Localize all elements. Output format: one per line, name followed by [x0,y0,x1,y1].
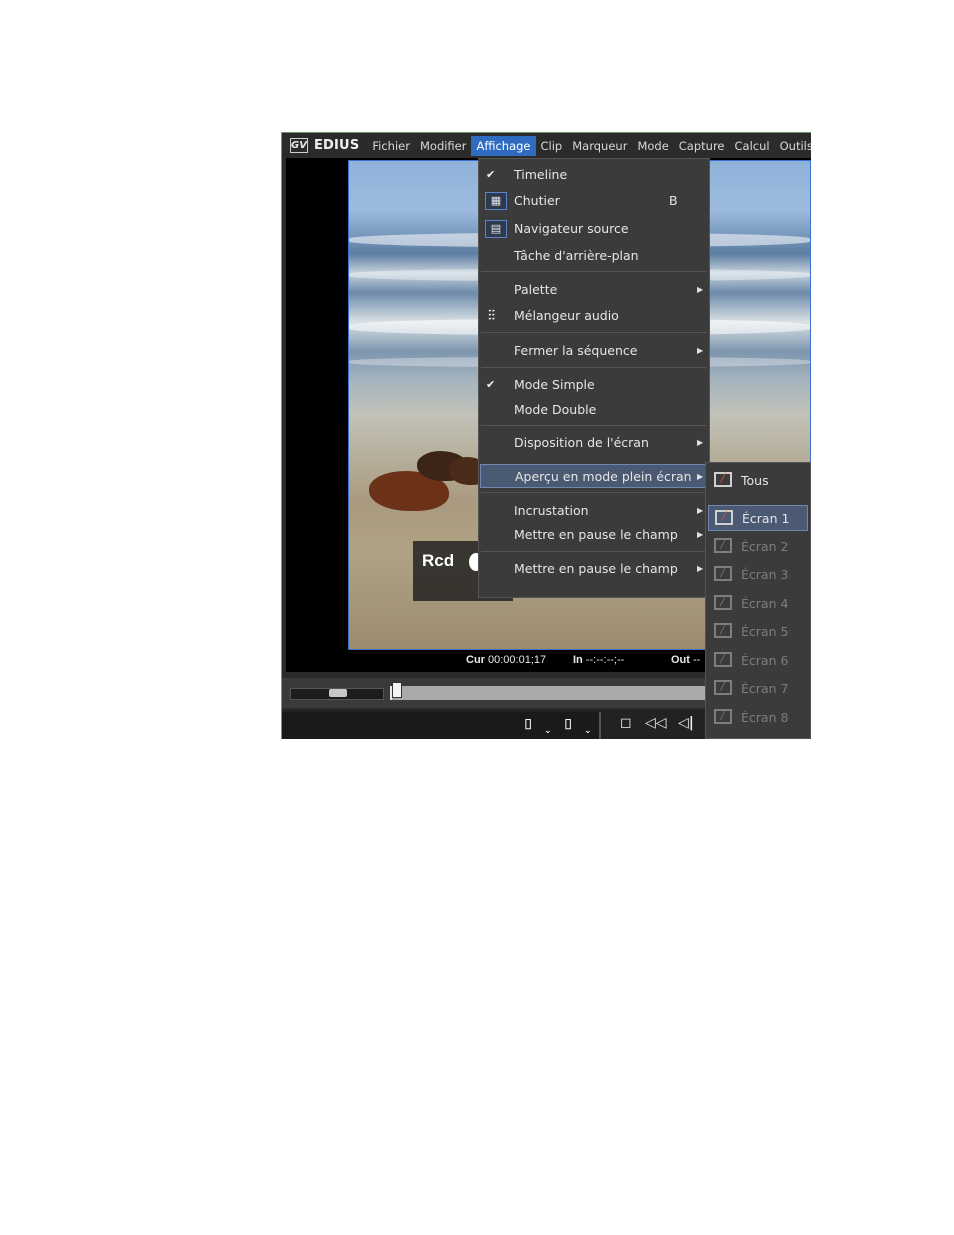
submenu-item-ecran-7[interactable]: ╱ Écran 7 [706,676,810,702]
fullscreen-monitor-icon: ╱ [714,595,732,610]
menu-marqueur[interactable]: Marqueur [567,136,632,156]
menu-affichage[interactable]: Affichage [471,135,536,156]
playhead-handle[interactable] [392,682,402,698]
left-preview-pane [286,158,348,672]
submenu-arrow-icon: ▶ [697,346,704,355]
chevron-down-icon[interactable]: ⌄ [544,724,552,738]
menu-bar: GV EDIUS Fichier Modifier Affichage Clip… [282,132,811,158]
submenu-arrow-icon: ▶ [697,438,704,447]
stop-icon[interactable]: ◻ [620,716,632,730]
menu-item-incrustation[interactable]: Incrustation ▶ [479,499,709,523]
edius-window: GV EDIUS Fichier Modifier Affichage Clip… [281,132,811,739]
submenu-arrow-icon: ▶ [697,564,704,573]
submenu-arrow-icon: ▶ [697,506,704,515]
apercu-submenu: ╱ Tous ╱ Écran 1 ╱ Écran 2 ╱ Écran 3 ╱ É… [705,462,811,739]
menu-item-timeline[interactable]: ✔ Timeline [479,163,709,187]
record-label: Rcd [422,551,455,570]
in-label: In [573,654,583,666]
menu-separator [481,551,707,552]
menu-calcul[interactable]: Calcul [730,136,775,156]
fullscreen-monitor-icon: ╱ [714,680,732,695]
menu-fichier[interactable]: Fichier [367,136,415,156]
menu-item-tache-arriere-plan[interactable]: Tâche d'arrière-plan [479,244,709,268]
menu-item-mettre-en-pause-champ[interactable]: Mettre en pause le champ ▶ [479,523,709,547]
menu-item-melangeur-audio[interactable]: ⫶⫶ Mélangeur audio [479,304,709,328]
submenu-item-ecran-6[interactable]: ╱ Écran 6 [706,648,810,674]
menu-item-mode-double[interactable]: Mode Double [479,398,709,422]
menu-item-disposition-ecran[interactable]: Disposition de l'écran ▶ [479,431,709,455]
grass-valley-logo: GV [290,138,308,153]
menu-item-mettre-en-pause-champ-2[interactable]: Mettre en pause le champ ▶ [479,557,709,581]
affichage-dropdown: ✔ Timeline ▦ Chutier B ▤ Navigateur sour… [478,158,710,598]
jog-handle[interactable] [329,689,347,697]
menu-separator [481,425,707,426]
cur-label: Cur [466,654,485,666]
mark-out-icon[interactable]: ⌷ [564,718,572,732]
check-icon: ✔ [486,378,496,391]
in-timecode: --:--:--;-- [585,654,625,666]
fullscreen-monitor-icon: ╱ [714,709,732,724]
rewind-icon[interactable]: ◁◁ [645,716,667,730]
submenu-item-ecran-1[interactable]: ╱ Écran 1 [708,505,808,531]
submenu-arrow-icon: ▶ [697,285,704,294]
menu-mode[interactable]: Mode [632,136,673,156]
grid-icon: ▦ [485,192,507,210]
menu-modifier[interactable]: Modifier [415,136,472,156]
out-label: Out [671,654,690,666]
submenu-item-ecran-2[interactable]: ╱ Écran 2 [706,534,810,560]
out-timecode: -- [693,654,701,666]
menu-outils[interactable]: Outils [775,136,811,156]
fullscreen-monitor-icon: ╱ [715,510,733,525]
menu-item-palette[interactable]: Palette ▶ [479,278,709,302]
menu-item-apercu-plein-ecran[interactable]: Aperçu en mode plein écran ▶ [480,464,708,488]
menu-item-fermer-sequence[interactable]: Fermer la séquence ▶ [479,339,709,363]
jog-slider[interactable] [290,688,384,700]
fullscreen-monitor-icon: ╱ [714,566,732,581]
menu-item-navigateur-source[interactable]: ▤ Navigateur source [479,217,709,241]
fullscreen-monitor-icon: ╱ [714,652,732,667]
app-title: EDIUS [313,138,360,153]
mark-in-icon[interactable]: ⌷ [524,718,532,732]
submenu-item-tous[interactable]: ╱ Tous [706,468,810,494]
mixer-icon: ⫶⫶ [488,308,495,324]
fullscreen-monitor-icon: ╱ [714,472,732,487]
submenu-item-ecran-5[interactable]: ╱ Écran 5 [706,619,810,645]
menu-item-chutier[interactable]: ▦ Chutier B [479,189,709,213]
menu-separator [481,367,707,368]
cur-timecode: 00:00:01;17 [488,654,547,666]
submenu-item-ecran-8[interactable]: ╱ Écran 8 [706,705,810,731]
step-back-icon[interactable]: ◁| [678,716,694,730]
menu-separator [481,271,707,272]
controls-panel: ⌷ ⌄ ⌷ ⌄ [282,712,601,739]
shortcut-label: B [669,193,678,208]
fullscreen-monitor-icon: ╱ [714,538,732,553]
submenu-arrow-icon: ▶ [697,472,704,481]
check-icon: ✔ [486,168,496,181]
fullscreen-monitor-icon: ╱ [714,623,732,638]
chevron-down-icon[interactable]: ⌄ [584,724,592,738]
submenu-item-ecran-3[interactable]: ╱ Écran 3 [706,562,810,588]
menu-capture[interactable]: Capture [674,136,730,156]
submenu-arrow-icon: ▶ [697,530,704,539]
menu-separator [481,332,707,333]
menu-separator [481,492,707,493]
menu-item-mode-simple[interactable]: ✔ Mode Simple [479,373,709,397]
menu-clip[interactable]: Clip [536,136,568,156]
submenu-item-ecran-4[interactable]: ╱ Écran 4 [706,591,810,617]
panel-icon: ▤ [485,220,507,238]
